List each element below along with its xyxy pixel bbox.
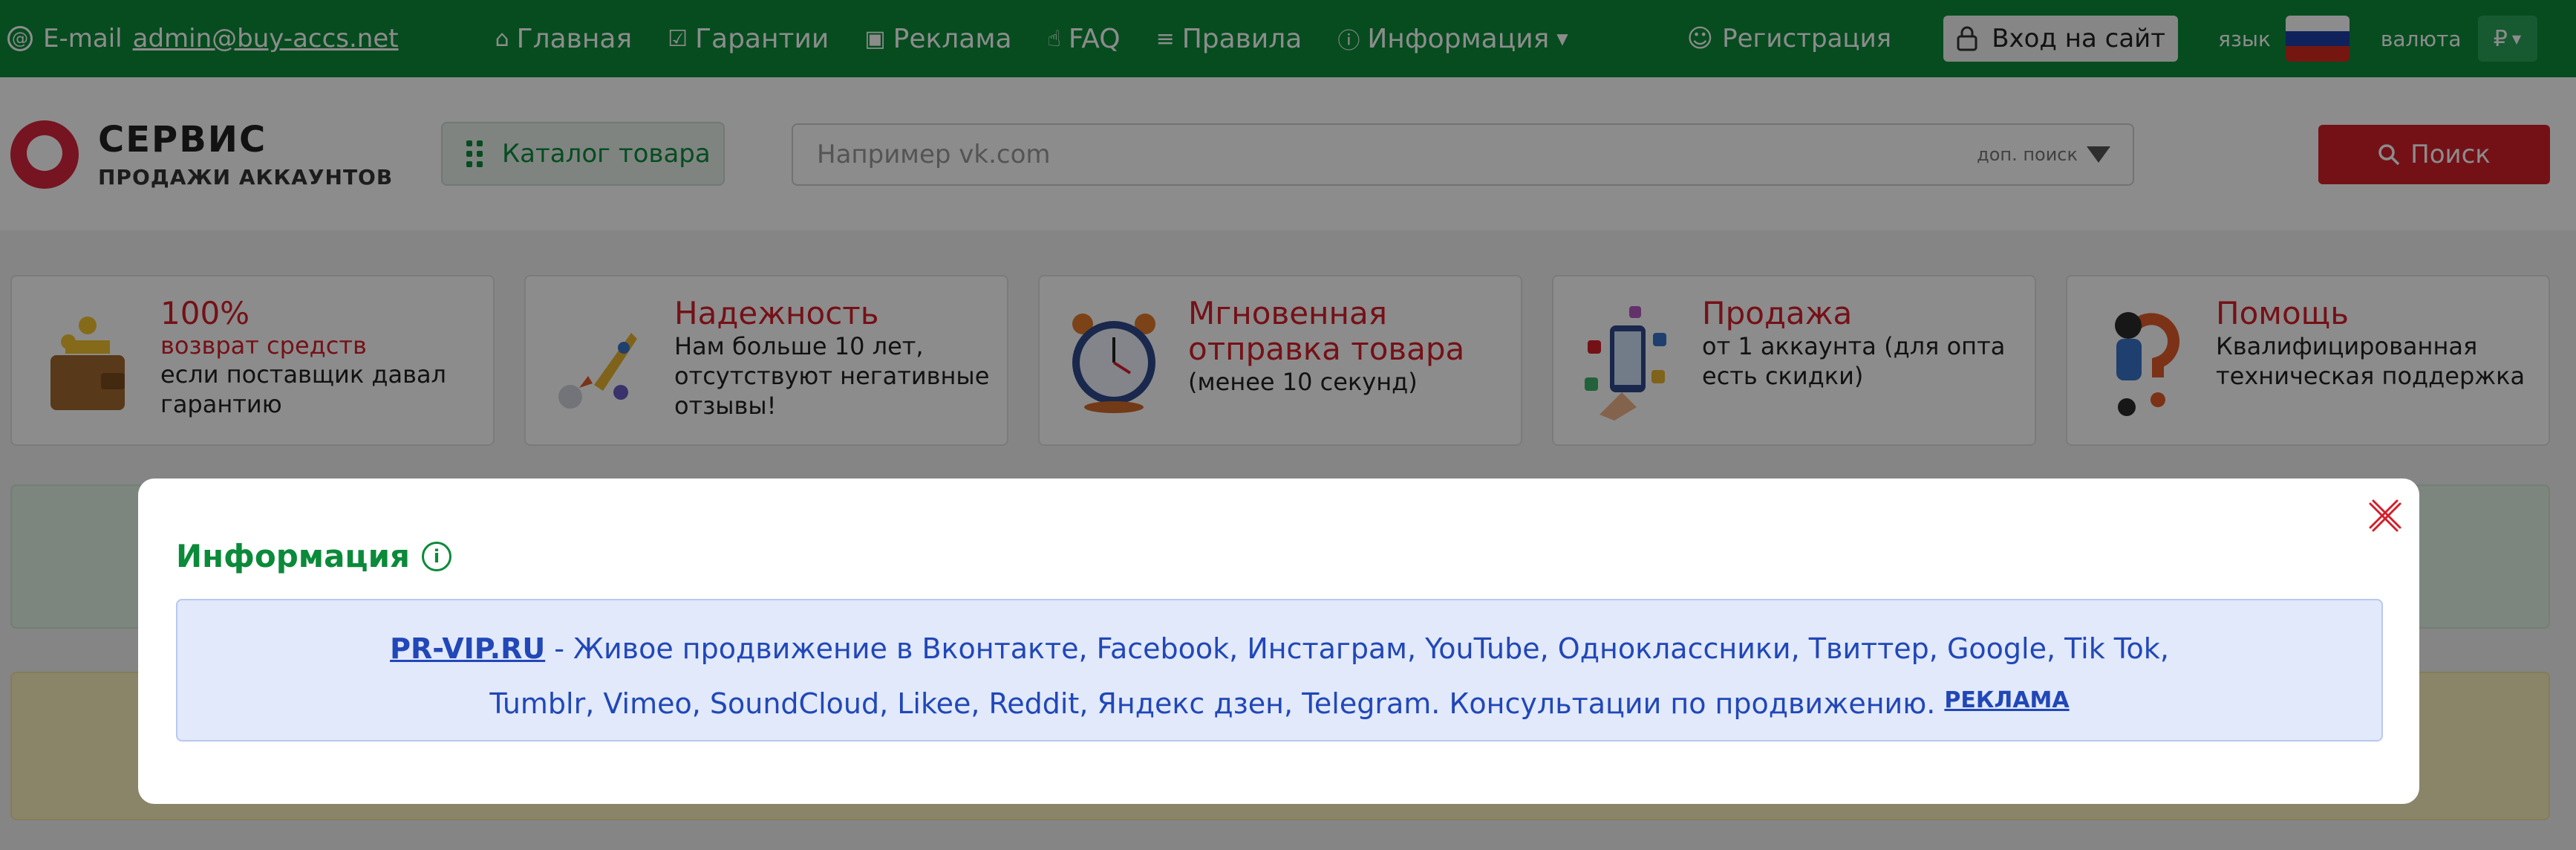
- modal-title-text: Информация: [176, 538, 410, 574]
- ad-line-1: PR-VIP.RU - Живое продвижение в Вконтакт…: [177, 623, 2381, 675]
- ad-banner: PR-VIP.RU - Живое продвижение в Вконтакт…: [176, 599, 2383, 742]
- ad-tag-link[interactable]: РЕКЛАМА: [1944, 687, 2069, 713]
- close-button[interactable]: [2364, 495, 2406, 536]
- modal-title: Информация i: [176, 538, 451, 574]
- ad-text-2: Tumblr, Vimeo, SoundCloud, Likee, Reddit…: [489, 687, 1945, 720]
- close-icon: [2369, 499, 2401, 532]
- info-circle-icon: i: [421, 541, 451, 571]
- ad-line-2: Tumblr, Vimeo, SoundCloud, Likee, Reddit…: [177, 675, 2381, 730]
- ad-link[interactable]: PR-VIP.RU: [390, 632, 545, 665]
- ad-text-1: - Живое продвижение в Вконтакте, Faceboo…: [545, 632, 2169, 665]
